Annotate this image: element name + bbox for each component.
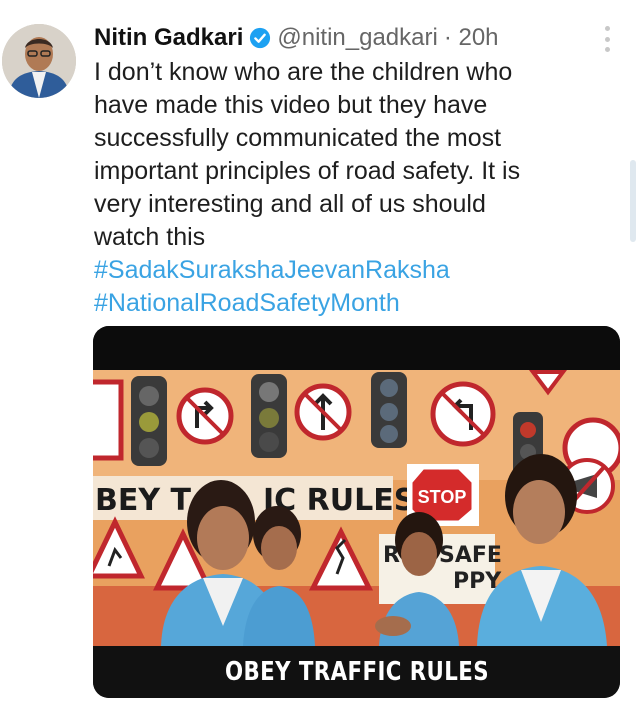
tweet-text-line: successfully communicated the most	[94, 124, 502, 152]
author-name[interactable]: Nitin Gadkari	[94, 24, 243, 52]
video-frame: BEY T IC RULES STOP R SAFE PPY	[93, 326, 620, 646]
author-handle[interactable]: @nitin_gadkari	[277, 24, 437, 52]
scrollbar[interactable]	[630, 160, 636, 242]
stop-sign-text: STOP	[418, 487, 467, 507]
tweet-header: Nitin Gadkari @nitin_gadkari · 20h	[94, 22, 499, 54]
banner-text: BEY T	[95, 483, 192, 518]
avatar[interactable]	[2, 24, 76, 98]
verified-badge-icon	[250, 27, 271, 49]
video-caption-bar: OBEY TRAFFIC RULES	[93, 646, 620, 698]
video-player[interactable]: BEY T IC RULES STOP R SAFE PPY OBEY TRAF…	[93, 326, 620, 698]
tweet-text-line: important principles of road safety. It …	[94, 157, 521, 185]
video-caption: OBEY TRAFFIC RULES	[224, 657, 489, 687]
hashtag-link[interactable]: #NationalRoadSafetyMonth	[94, 287, 614, 320]
tweet-text-line: I don’t know who are the children who	[94, 58, 513, 86]
sign-text: SAFE	[439, 543, 502, 568]
tweet-card[interactable]: Nitin Gadkari @nitin_gadkari · 20h I don…	[0, 0, 638, 720]
tweet-time[interactable]: · 20h	[444, 24, 499, 52]
tweet-text: I don’t know who are the children who ha…	[94, 56, 614, 320]
tweet-text-line: very interesting and all of us should	[94, 190, 486, 218]
hashtag-link[interactable]: #SadakSurakshaJeevanRaksha	[94, 254, 614, 287]
tweet-text-line: have made this video but they have	[94, 91, 488, 119]
more-options-icon[interactable]	[600, 26, 614, 52]
tweet-text-line: watch this	[94, 223, 206, 251]
